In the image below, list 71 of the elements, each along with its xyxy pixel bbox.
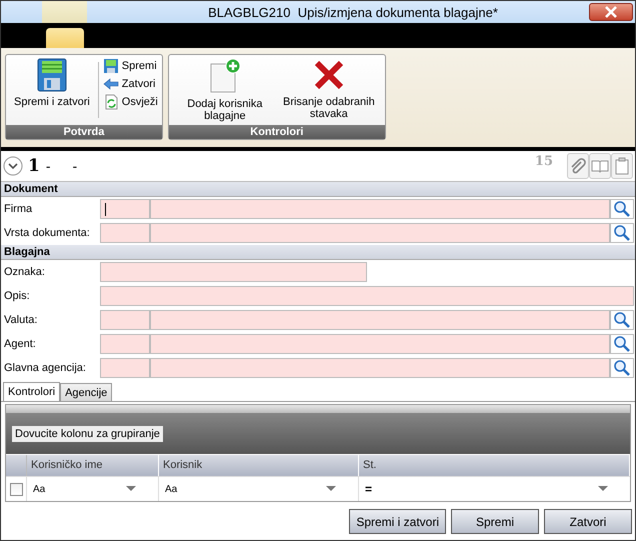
close-icon xyxy=(604,6,618,18)
group-label: Potvrda xyxy=(6,125,162,139)
search-icon xyxy=(613,200,631,218)
field-label: Agent: xyxy=(3,338,37,350)
name-field[interactable] xyxy=(150,358,610,378)
ribbon-button[interactable]: Osvježi xyxy=(102,94,158,110)
tab[interactable]: Agencije xyxy=(60,383,112,401)
dropdown-arrow-icon xyxy=(126,486,136,492)
dash: - xyxy=(46,158,51,174)
quick-access-tab[interactable] xyxy=(42,1,87,23)
field-label: Vrsta dokumenta: xyxy=(3,227,91,239)
search-button[interactable] xyxy=(610,358,634,378)
filter-cell[interactable]: Aa xyxy=(26,477,158,501)
dropdown-arrow-icon xyxy=(326,486,336,492)
field-label: Opis: xyxy=(3,290,31,302)
group-hint: Dovucite kolonu za grupiranje xyxy=(12,426,163,442)
code-field[interactable] xyxy=(100,358,150,378)
code-field[interactable] xyxy=(100,199,150,219)
close-button[interactable] xyxy=(589,3,633,21)
refresh-icon xyxy=(102,94,119,110)
dash: - xyxy=(72,158,78,174)
search-button[interactable] xyxy=(610,223,634,243)
name-field[interactable] xyxy=(150,223,610,243)
name-field[interactable] xyxy=(150,334,610,354)
record-count: 15 xyxy=(534,154,553,169)
code-field[interactable] xyxy=(100,334,150,354)
filter-cell[interactable]: Aa xyxy=(158,477,358,501)
column-header[interactable]: St. xyxy=(359,455,630,476)
ribbon-button[interactable]: Brisanje odabranih stavaka xyxy=(276,58,381,120)
ribbon-button[interactable]: Spremi i zatvori xyxy=(10,58,94,108)
paperclip-icon xyxy=(569,157,587,175)
dropdown-arrow-icon xyxy=(598,486,608,492)
dialog-button[interactable]: Zatvori xyxy=(544,509,632,534)
ribbon-button[interactable]: Zatvori xyxy=(102,76,158,92)
chevron-down-icon[interactable] xyxy=(3,156,23,176)
name-field[interactable] xyxy=(150,310,610,330)
section-header: Dokument xyxy=(1,182,635,197)
checkbox[interactable] xyxy=(10,482,22,496)
search-button[interactable] xyxy=(610,334,634,354)
search-icon xyxy=(613,311,631,329)
left-arrow-icon xyxy=(102,76,119,92)
ribbon-button[interactable]: Spremi xyxy=(102,58,158,74)
search-icon xyxy=(613,335,631,353)
code-field[interactable] xyxy=(100,310,150,330)
clipboard-icon xyxy=(613,157,631,175)
search-button[interactable] xyxy=(610,199,634,219)
input-field[interactable] xyxy=(100,262,367,282)
search-button[interactable] xyxy=(610,310,634,330)
add-document-icon xyxy=(208,58,242,94)
code-field[interactable] xyxy=(100,223,150,243)
group-label: Kontrolori xyxy=(168,125,385,139)
name-field[interactable] xyxy=(150,199,610,219)
field-label: Oznaka: xyxy=(3,266,46,278)
section-header: Blagajna xyxy=(1,245,635,260)
field-label: Valuta: xyxy=(3,314,38,326)
dialog-button[interactable]: Spremi i zatvori xyxy=(349,509,446,534)
window-title: BLAGBLG210 Upis/izmjena dokumenta blagajne* xyxy=(207,4,499,20)
ribbon-tab[interactable] xyxy=(46,28,84,48)
tab[interactable]: Kontrolori xyxy=(3,382,60,401)
delete-x-icon xyxy=(312,58,345,92)
column-header[interactable]: Korisničko ime xyxy=(27,455,159,476)
filter-cell[interactable]: = xyxy=(358,477,630,501)
dialog-button[interactable]: Spremi xyxy=(451,509,539,534)
search-icon xyxy=(613,224,631,242)
field-label: Firma xyxy=(3,203,34,215)
ribbon-button[interactable]: Dodaj korisnika blagajne xyxy=(172,58,277,122)
field-label: Glavna agencija: xyxy=(3,362,87,374)
input-field[interactable] xyxy=(100,286,634,306)
column-header[interactable]: Korisnik xyxy=(159,455,359,476)
search-icon xyxy=(613,359,631,377)
record-number: 1 xyxy=(28,156,40,176)
